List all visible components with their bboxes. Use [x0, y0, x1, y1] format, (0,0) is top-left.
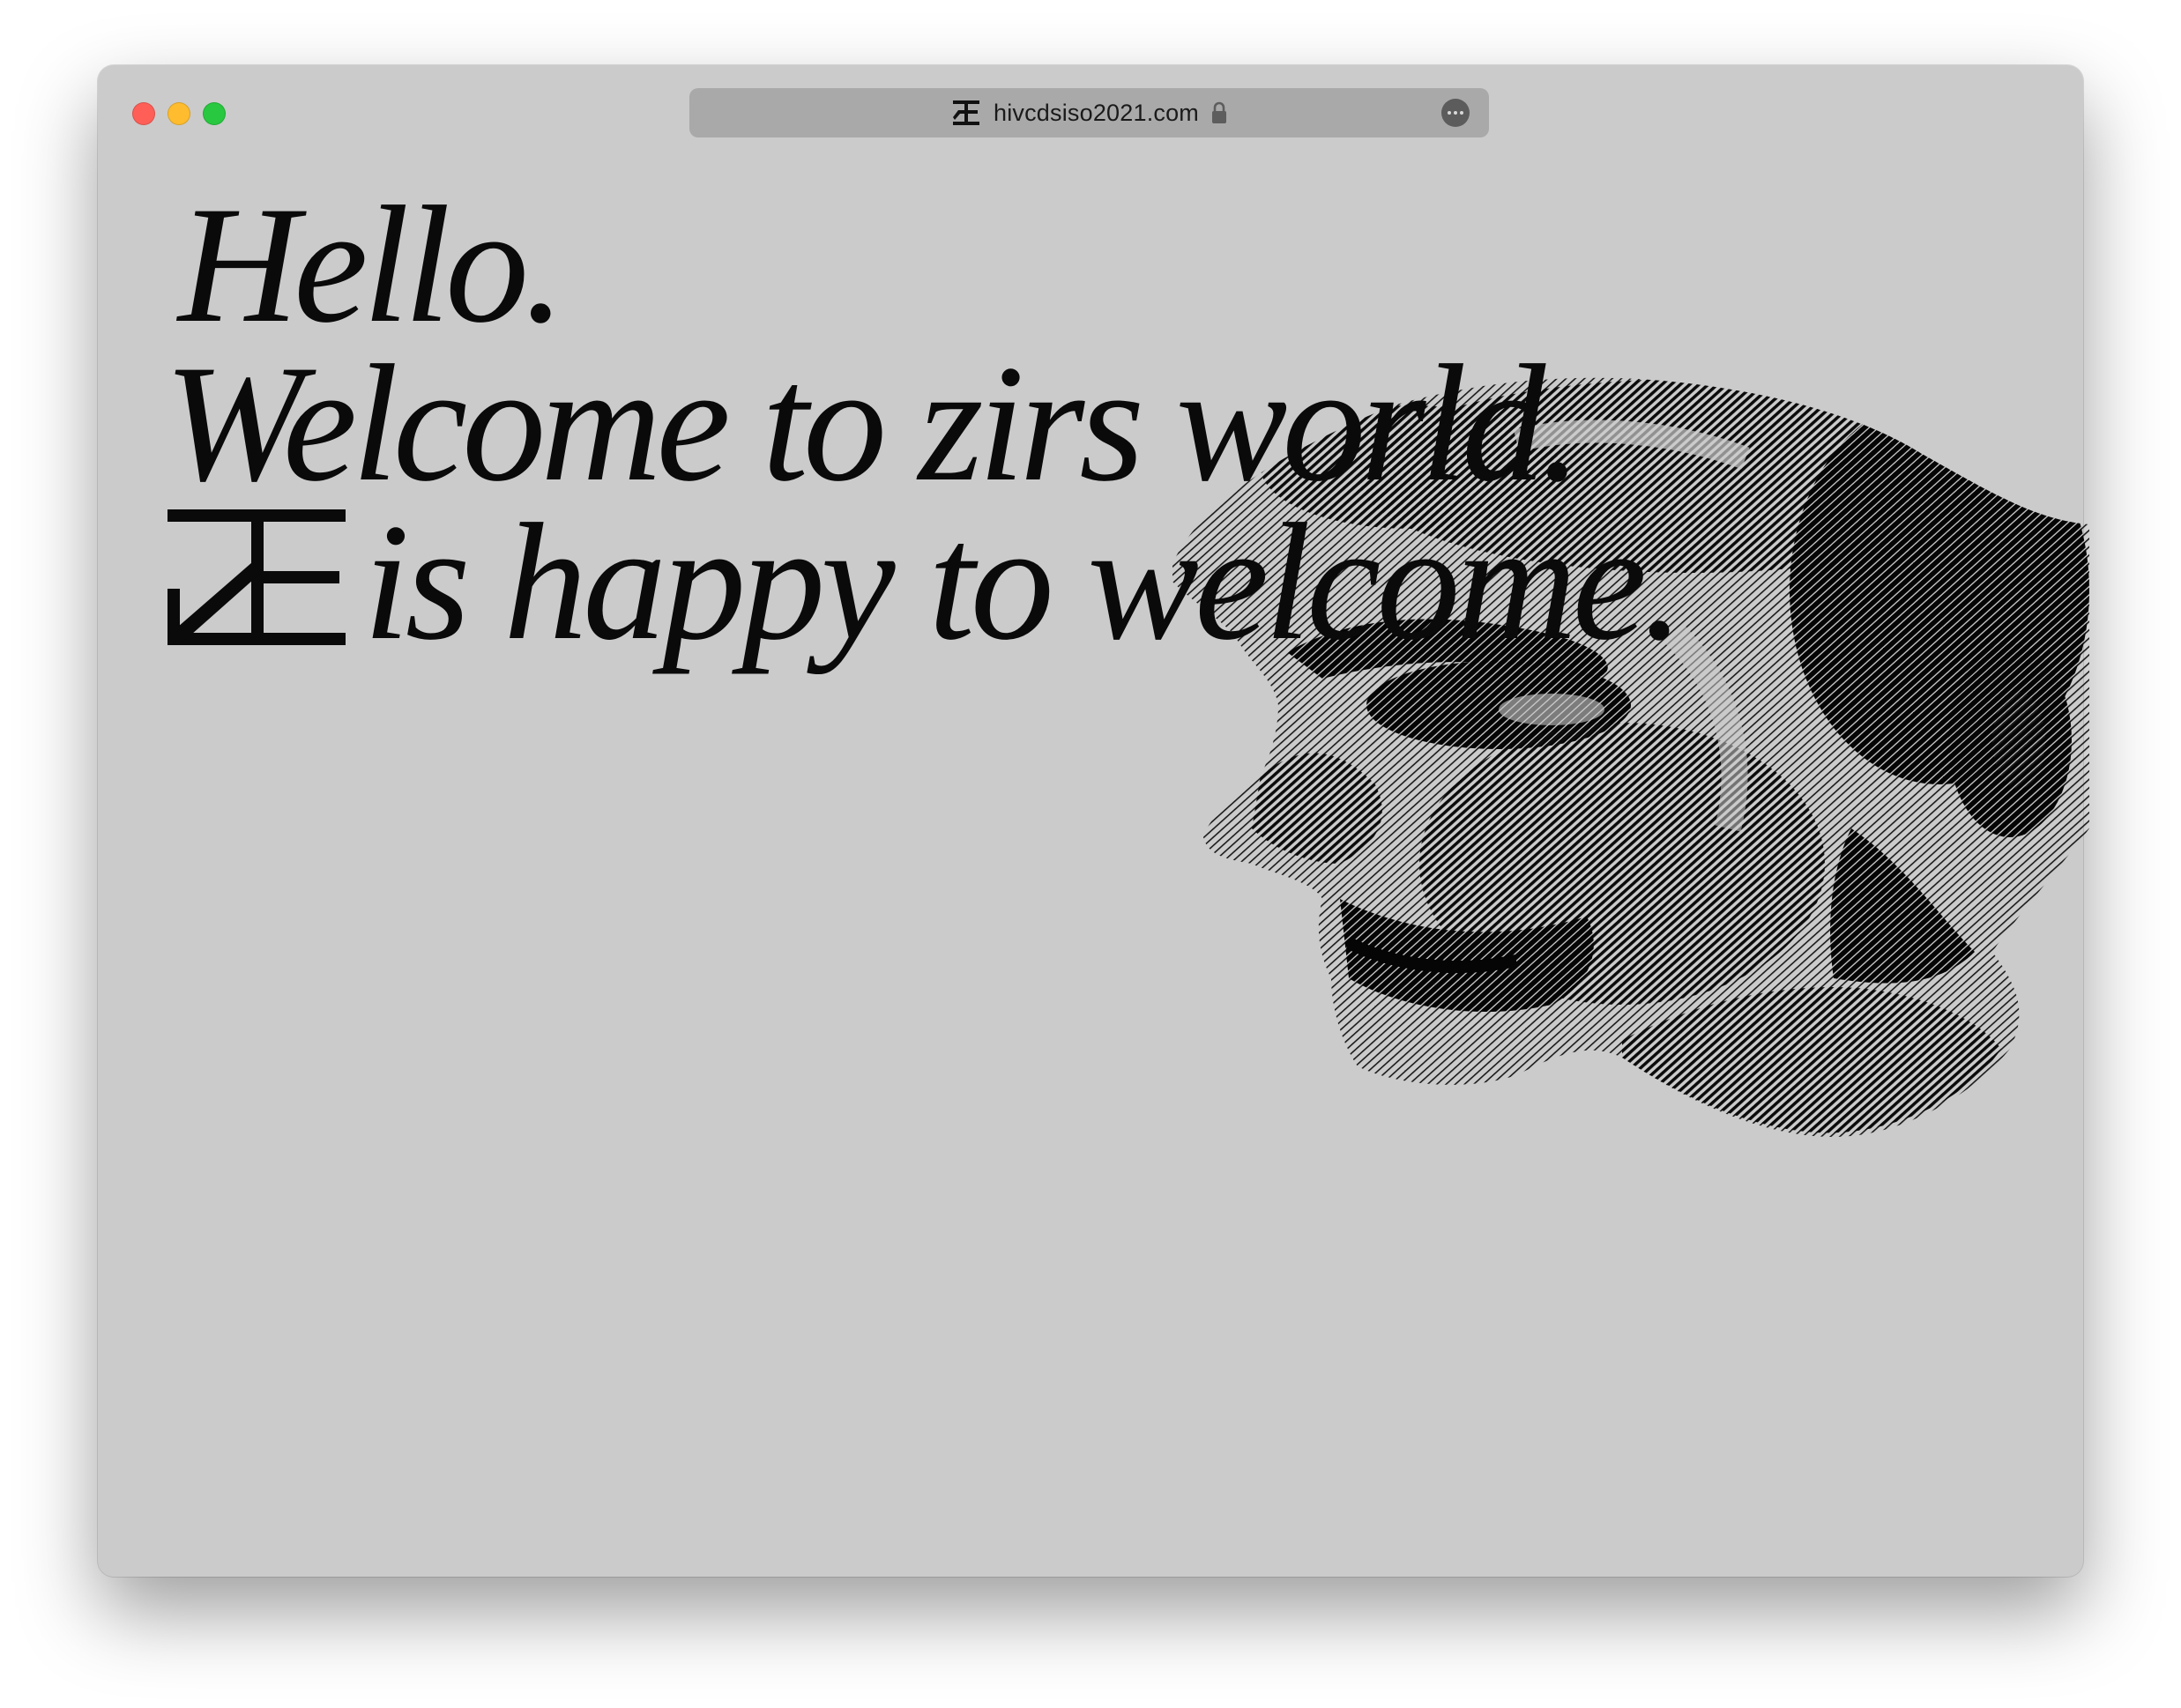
close-window-button[interactable]: [132, 102, 155, 125]
maximize-window-button[interactable]: [203, 102, 226, 125]
address-bar[interactable]: hivcdsiso2021.com: [689, 88, 1489, 137]
ae-monogram-icon: [167, 509, 346, 645]
minimize-window-button[interactable]: [167, 102, 190, 125]
url-text: hivcdsiso2021.com: [993, 99, 1200, 126]
hero-line-hello: Hello.: [178, 173, 566, 358]
ellipsis-circle-icon[interactable]: [1441, 99, 1470, 127]
hero-line-happy: is happy to welcome.: [363, 490, 1685, 675]
lock-icon: [1212, 101, 1227, 123]
hero-line-welcome: Welcome to zirs world.: [164, 331, 1582, 516]
ae-monogram-icon: [952, 100, 979, 125]
